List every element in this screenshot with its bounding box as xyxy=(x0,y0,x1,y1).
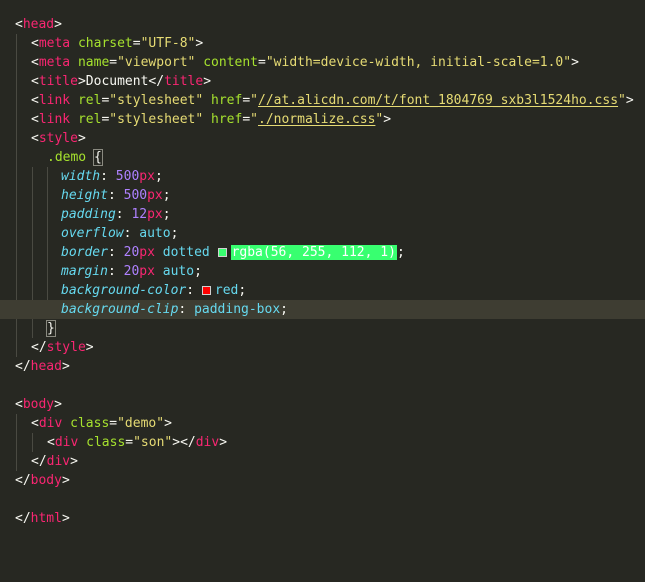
code-line-active: background-clip: padding-box; xyxy=(0,300,645,319)
code-line: </body> xyxy=(15,473,70,488)
code-line: .demo { xyxy=(0,148,645,167)
css-value: red xyxy=(214,283,239,298)
code-line: margin: 20px auto; xyxy=(61,264,202,279)
code-line: <body> xyxy=(15,397,62,412)
code-line: <link rel="stylesheet" href="./normalize… xyxy=(31,112,392,127)
color-swatch-red[interactable] xyxy=(201,286,211,295)
attr-name: href xyxy=(211,112,243,127)
code-line: <div class="demo"> xyxy=(31,416,172,431)
attr-value: "width=device-width, initial-scale=1.0" xyxy=(265,55,572,70)
tag-name: meta xyxy=(38,36,71,51)
tag-name: div xyxy=(54,435,79,450)
code-line: </head> xyxy=(15,359,70,374)
attr-value: "stylesheet" xyxy=(109,112,204,127)
attr-value: "viewport" xyxy=(117,55,196,70)
css-selector: .demo xyxy=(47,150,87,165)
attr-name: rel xyxy=(77,93,102,108)
tag-name: style xyxy=(38,131,78,146)
code-line: background-color: red; xyxy=(61,283,247,298)
code-line: overflow: auto; xyxy=(61,226,179,241)
css-property: padding xyxy=(61,207,116,222)
code-line: padding: 12px; xyxy=(61,207,171,222)
tag-name: div xyxy=(195,435,220,450)
href-link[interactable]: ./normalize.css xyxy=(258,112,375,127)
attr-name: content xyxy=(203,55,259,70)
tag-name: title xyxy=(38,74,78,89)
code-line: <head> xyxy=(15,17,62,32)
code-line: width: 500px; xyxy=(61,169,163,184)
css-unit: px xyxy=(139,169,155,184)
css-value: dotted xyxy=(162,245,210,260)
tag-name: head xyxy=(22,17,55,32)
code-editor[interactable]: <head> <meta charset="UTF-8"> <meta name… xyxy=(0,0,645,582)
css-number: 20 xyxy=(123,245,140,260)
title-text: Document xyxy=(85,74,149,89)
css-property: width xyxy=(61,169,101,184)
attr-value: "stylesheet" xyxy=(109,93,204,108)
open-brace: { xyxy=(92,149,103,166)
code-line: <style> xyxy=(31,131,86,146)
css-unit: px xyxy=(147,207,163,222)
css-property: margin xyxy=(61,264,108,279)
css-unit: px xyxy=(147,188,163,203)
css-value: auto xyxy=(139,226,171,241)
code-line: <meta name="viewport" content="width=dev… xyxy=(31,55,579,70)
attr-value: "demo" xyxy=(117,416,165,431)
css-number: 500 xyxy=(123,188,148,203)
attr-name: charset xyxy=(77,36,133,51)
tag-name: html xyxy=(30,511,62,526)
code-line: <div class="son"></div> xyxy=(47,435,228,450)
code-line: } xyxy=(0,319,645,338)
css-number: 500 xyxy=(115,169,140,184)
tag-name: link xyxy=(38,93,71,108)
css-property: background-color xyxy=(61,283,187,298)
code-line: </style> xyxy=(31,340,94,355)
css-unit: px xyxy=(139,264,155,279)
attr-value: "son" xyxy=(133,435,173,450)
color-swatch-green[interactable] xyxy=(217,248,227,257)
code-line: </html> xyxy=(15,511,70,526)
tag-name: div xyxy=(38,416,63,431)
close-brace: } xyxy=(46,320,56,337)
attr-name: href xyxy=(211,93,243,108)
tag-name: meta xyxy=(38,55,71,70)
attr-name: class xyxy=(86,435,126,450)
css-property: border xyxy=(61,245,108,260)
tag-name: head xyxy=(30,359,62,374)
css-value: auto xyxy=(162,264,195,279)
attr-name: class xyxy=(70,416,110,431)
code-line: <meta charset="UTF-8"> xyxy=(31,36,204,51)
code-line: <link rel="stylesheet" href="//at.alicdn… xyxy=(31,93,634,108)
css-number: 12 xyxy=(131,207,148,222)
code-line: height: 500px; xyxy=(61,188,171,203)
css-unit: px xyxy=(139,245,155,260)
code-line: <title>Document</title> xyxy=(31,74,212,89)
tag-name: body xyxy=(30,473,62,488)
attr-name: rel xyxy=(77,112,102,127)
code-line: </div> xyxy=(31,454,78,469)
css-property: background-clip xyxy=(61,302,179,317)
tag-name: div xyxy=(46,454,71,469)
tag-name: body xyxy=(22,397,55,412)
tag-name: link xyxy=(38,112,71,127)
color-value-highlight[interactable]: rgba(56, 255, 112, 1) xyxy=(230,245,397,260)
css-value: padding-box xyxy=(194,302,281,317)
css-property: height xyxy=(61,188,108,203)
css-number: 20 xyxy=(123,264,140,279)
attr-name: name xyxy=(77,55,110,70)
css-property: overflow xyxy=(61,226,124,241)
tag-name: style xyxy=(46,340,86,355)
attr-value: "UTF-8" xyxy=(140,36,196,51)
code-line: border: 20px dotted rgba(56, 255, 112, 1… xyxy=(61,245,405,260)
tag-name: title xyxy=(164,74,204,89)
href-link[interactable]: //at.alicdn.com/t/font_1804769_sxb3l1524… xyxy=(258,93,618,108)
